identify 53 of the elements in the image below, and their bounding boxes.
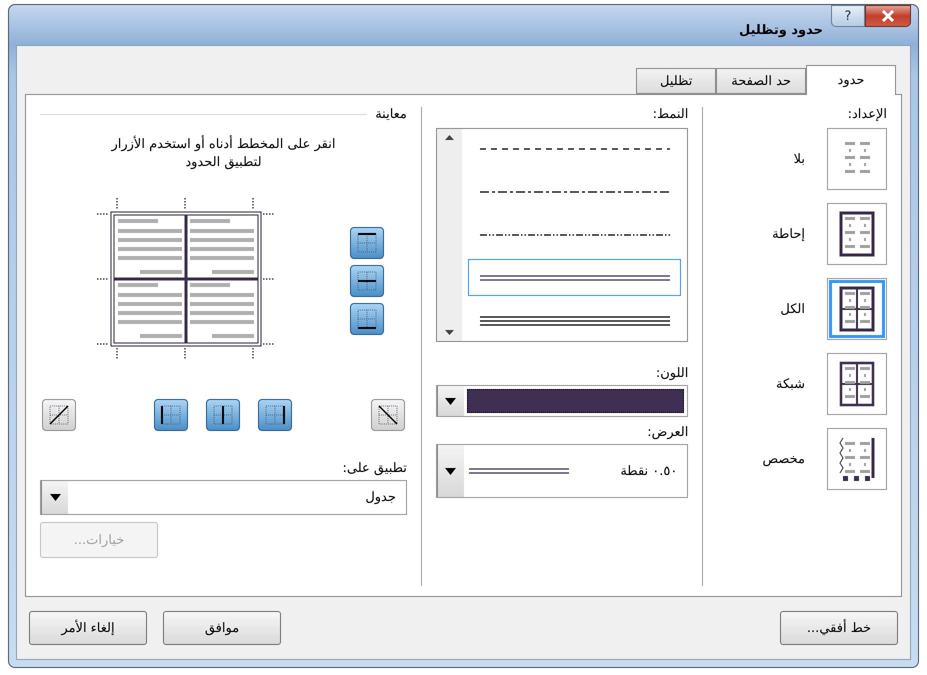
setting-label: بلا xyxy=(794,152,805,166)
close-button[interactable] xyxy=(865,5,911,27)
setting-label: إحاطة xyxy=(772,226,805,242)
caret-icon xyxy=(445,398,456,404)
line-style-list[interactable] xyxy=(436,128,688,342)
scrollbar[interactable] xyxy=(436,129,462,341)
border-edge-icon xyxy=(356,308,378,330)
border-edge-icon xyxy=(376,404,399,426)
width-dropdown[interactable]: ٠.٥٠ نقطة xyxy=(436,444,688,498)
apply-to-dropdown[interactable]: جدول xyxy=(40,480,407,516)
horizontal-line-button[interactable]: خط أفقي... xyxy=(780,611,898,645)
scroll-up-icon[interactable] xyxy=(444,135,454,140)
setting-label: مخصص xyxy=(762,452,805,466)
help-button[interactable]: ? xyxy=(831,5,865,27)
cancel-button[interactable]: إلغاء الأمر xyxy=(29,611,147,645)
border-toggle-button[interactable] xyxy=(42,399,76,432)
border-edge-icon xyxy=(48,404,70,426)
close-icon xyxy=(881,10,895,22)
color-dropdown[interactable] xyxy=(436,385,688,417)
caret-icon xyxy=(445,468,456,474)
border-edge-icon xyxy=(160,404,182,426)
settings-label: الإعداد: xyxy=(846,107,887,122)
scroll-down-icon[interactable] xyxy=(444,330,454,335)
caret-icon xyxy=(50,494,61,502)
setting-button[interactable] xyxy=(827,203,887,265)
line-style-item[interactable] xyxy=(468,259,682,296)
color-label: اللون: xyxy=(654,366,688,381)
border-toggle-button[interactable] xyxy=(370,399,405,432)
border-edge-icon xyxy=(264,404,286,426)
setting-label: شبكة xyxy=(776,376,805,392)
border-toggle-button[interactable] xyxy=(154,399,188,432)
style-label: النمط: xyxy=(652,107,688,122)
border-toggle-button[interactable] xyxy=(258,399,292,432)
preview-label: معاينة xyxy=(375,107,407,122)
window-title: حدود وتظليل xyxy=(739,23,823,38)
border-edge-icon xyxy=(356,232,378,254)
instruction-text: انقر على المخطط أدناه أو استخدم الأزرار لتطبيق الحدود xyxy=(110,136,336,172)
border-toggle-button[interactable] xyxy=(350,303,384,336)
border-edge-icon xyxy=(212,404,234,426)
apply-to-label: تطبيق على: xyxy=(342,461,407,476)
tab[interactable]: تظليل xyxy=(636,68,716,94)
width-label: العرض: xyxy=(646,425,688,440)
border-toggle-button[interactable] xyxy=(206,399,240,432)
ok-button[interactable]: موافق xyxy=(163,611,281,645)
border-toggle-button[interactable] xyxy=(350,265,384,298)
setting-button[interactable] xyxy=(827,353,887,415)
border-edge-icon xyxy=(356,270,378,292)
setting-button[interactable] xyxy=(827,428,887,490)
setting-button[interactable] xyxy=(827,278,887,340)
border-toggle-button[interactable] xyxy=(350,227,384,260)
tab[interactable]: حد الصفحة xyxy=(716,68,806,94)
setting-label: الكل xyxy=(780,302,805,316)
tab[interactable]: حدود xyxy=(806,65,896,95)
